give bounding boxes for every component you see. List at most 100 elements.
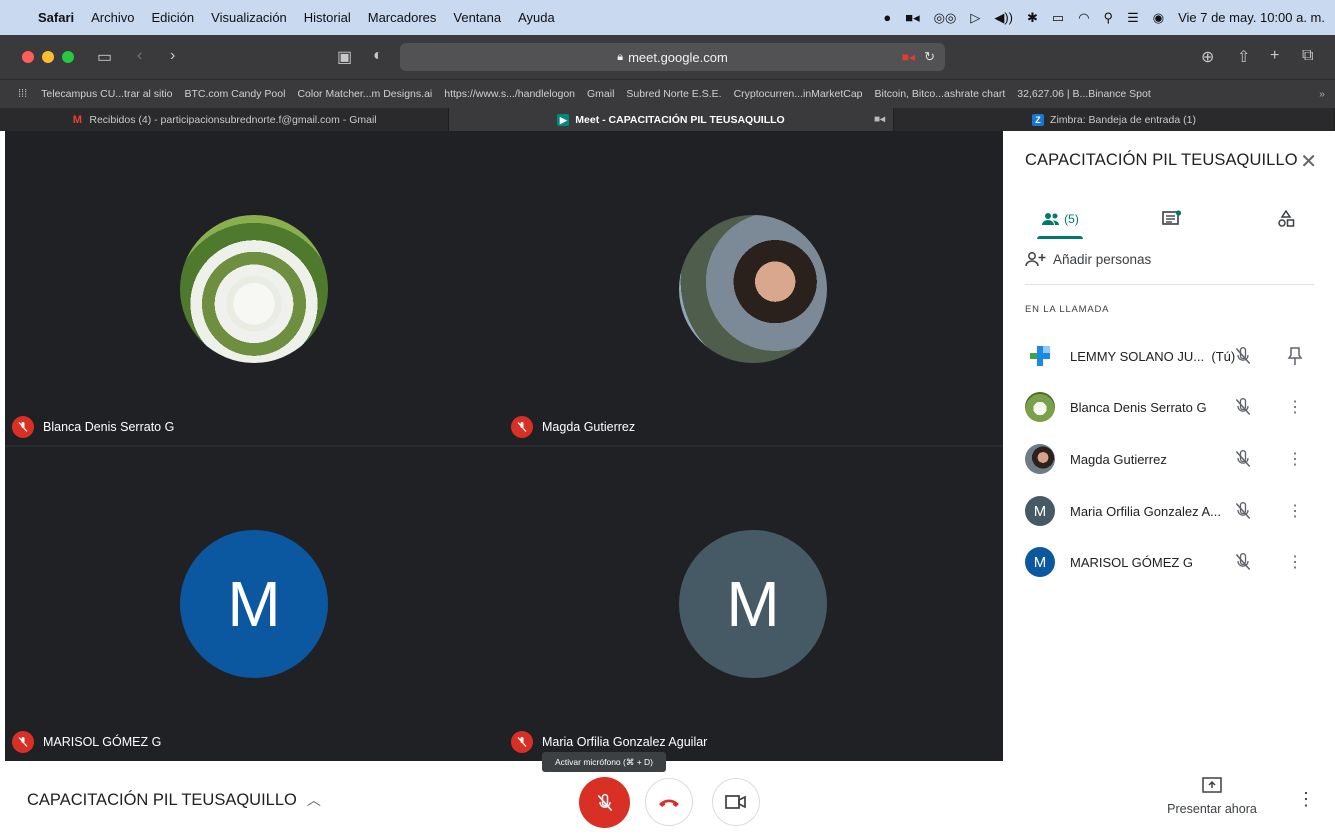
forward-icon[interactable]: › <box>170 47 175 65</box>
leave-call-button[interactable] <box>645 778 693 826</box>
downloads-icon[interactable]: ⊕ <box>1201 47 1214 67</box>
avatar-initial: M <box>726 568 780 640</box>
siri-icon[interactable]: ◉ <box>1153 10 1164 26</box>
record-icon[interactable]: ● <box>883 10 891 25</box>
more-bookmarks-icon[interactable]: » <box>1319 88 1325 100</box>
wifi-icon[interactable]: ◠ <box>1078 10 1089 26</box>
back-icon[interactable]: ‹ <box>137 47 142 65</box>
minimize-window-button[interactable] <box>42 51 54 63</box>
close-window-button[interactable] <box>22 51 34 63</box>
tab-people[interactable]: (5) <box>1037 199 1083 239</box>
camera-in-use-icon[interactable]: ■◂ <box>902 50 915 64</box>
menu-clock[interactable]: Vie 7 de may. 10:00 a. m. <box>1178 10 1325 25</box>
bookmark[interactable]: Bitcoin, Bitco...ashrate chart <box>875 88 1006 100</box>
zoom-window-button[interactable] <box>62 51 74 63</box>
close-panel-icon[interactable]: ✕ <box>1300 149 1317 174</box>
address-bar[interactable]: 🔒︎ meet.google.com ■◂ ↻ <box>400 43 945 71</box>
more-options-icon[interactable]: ⋮ <box>1287 449 1303 469</box>
bookmark[interactable]: 32,627.06 | B...Binance Spot <box>1017 88 1151 100</box>
more-options-icon[interactable]: ⋮ <box>1287 397 1303 417</box>
bluetooth-icon[interactable]: ✱ <box>1027 10 1038 26</box>
toggle-camera-button[interactable] <box>712 778 760 826</box>
add-people-button[interactable]: Añadir personas <box>1025 251 1151 267</box>
menu-historial[interactable]: Historial <box>304 10 351 25</box>
participant-row[interactable]: Magda Gutierrez ⋮ <box>1025 441 1317 477</box>
participant-name: Maria Orfilia Gonzalez A... <box>1070 503 1221 519</box>
tab-camera-icon[interactable]: ■◂ <box>874 114 885 125</box>
participant-row[interactable]: LEMMY SOLANO JU... (Tú) <box>1025 338 1317 374</box>
video-tile[interactable]: M Maria Orfilia Gonzalez Aguilar <box>504 446 1003 761</box>
menu-edicion[interactable]: Edición <box>152 10 195 25</box>
bookmark[interactable]: Color Matcher...m Designs.ai <box>297 88 432 100</box>
bookmark[interactable]: Gmail <box>587 88 614 100</box>
panel-title: CAPACITACIÓN PIL TEUSAQUILLO <box>1025 151 1298 169</box>
tab-gmail[interactable]: M Recibidos (4) - participacionsubrednor… <box>0 108 449 131</box>
spotlight-search-icon[interactable]: ⚲ <box>1104 10 1114 26</box>
present-screen-icon <box>1202 777 1222 793</box>
participant-row[interactable]: M MARISOL GÓMEZ G ⋮ <box>1025 544 1317 580</box>
tab-chat[interactable] <box>1157 199 1187 239</box>
new-tab-icon[interactable]: + <box>1270 47 1279 65</box>
bookmark[interactable]: Subred Norte E.S.E. <box>626 88 721 100</box>
reload-icon[interactable]: ↻ <box>924 49 935 65</box>
participant-name: MARISOL GÓMEZ G <box>1070 554 1194 570</box>
favorites-grid-icon[interactable]: ⁞⁞⁞ <box>18 88 27 100</box>
more-options-icon[interactable]: ⋮ <box>1287 552 1303 572</box>
video-tile[interactable]: Magda Gutierrez <box>504 131 1003 446</box>
sidebar-icon[interactable]: ▭ <box>97 47 112 67</box>
menu-marcadores[interactable]: Marcadores <box>368 10 437 25</box>
privacy-shield-icon[interactable]: ◐ <box>373 47 383 65</box>
participant-row[interactable]: Blanca Denis Serrato G ⋮ <box>1025 389 1317 425</box>
status-menus: ● ■◂ ◎◎ ▷ ◀)) ✱ ▭ ◠ ⚲ ☰ ◉ Vie 7 de may. … <box>883 0 1325 35</box>
bookmark[interactable]: Telecampus CU...trar al sitio <box>41 88 172 100</box>
extension-icon[interactable]: ▣ <box>337 47 352 67</box>
tab-bar: M Recibidos (4) - participacionsubrednor… <box>0 108 1335 131</box>
participant-nametag: Blanca Denis Serrato G <box>12 416 174 438</box>
toggle-mic-button[interactable] <box>579 777 630 828</box>
tab-overview-icon[interactable]: ⧉ <box>1302 47 1313 65</box>
glasses-icon[interactable]: ◎◎ <box>934 10 957 26</box>
battery-icon[interactable]: ▭ <box>1052 10 1064 26</box>
avatar-initial: M <box>1033 553 1047 571</box>
share-icon[interactable]: ⇧ <box>1237 47 1250 67</box>
present-now-button[interactable]: Presentar ahora <box>1160 777 1264 816</box>
volume-icon[interactable]: ◀)) <box>994 10 1013 26</box>
gmail-icon: M <box>72 113 82 126</box>
bookmarks-bar: ⁞⁞⁞ Telecampus CU...trar al sitio BTC.co… <box>0 79 1335 108</box>
menu-archivo[interactable]: Archivo <box>91 10 134 25</box>
more-options-icon[interactable]: ⋮ <box>1287 501 1303 521</box>
bookmark[interactable]: BTC.com Candy Pool <box>184 88 285 100</box>
meeting-details-button[interactable]: CAPACITACIÓN PIL TEUSAQUILLO ︿ <box>27 790 321 810</box>
participant-photo <box>180 215 328 363</box>
menu-ventana[interactable]: Ventana <box>453 10 501 25</box>
video-tile[interactable]: Blanca Denis Serrato G <box>5 131 504 446</box>
tab-zimbra[interactable]: Z Zimbra: Bandeja de entrada (1) <box>894 108 1335 131</box>
camera-status-icon[interactable]: ■◂ <box>905 10 919 26</box>
video-grid: Blanca Denis Serrato G Magda Gutierrez M… <box>5 131 1003 761</box>
participant-name: LEMMY SOLANO JU... (Tú) <box>1070 348 1236 364</box>
menu-ayuda[interactable]: Ayuda <box>518 10 555 25</box>
video-tile[interactable]: M MARISOL GÓMEZ G <box>5 446 504 761</box>
meet-icon: ▶ <box>557 113 570 126</box>
menu-visualizacion[interactable]: Visualización <box>211 10 287 25</box>
mic-off-icon <box>511 731 533 753</box>
play-icon[interactable]: ▷ <box>970 10 980 26</box>
tab-meet[interactable]: ▶ Meet - CAPACITACIÓN PIL TEUSAQUILLO ■◂ <box>449 108 894 131</box>
menu-app-safari[interactable]: Safari <box>38 10 74 25</box>
participant-photo <box>679 215 827 363</box>
add-person-icon <box>1025 252 1046 267</box>
participant-row[interactable]: M Maria Orfilia Gonzalez A... ⋮ <box>1025 493 1317 529</box>
control-center-icon[interactable]: ☰ <box>1127 10 1139 26</box>
tab-activities[interactable] <box>1271 199 1301 239</box>
mic-off-icon <box>1235 450 1251 467</box>
bookmark[interactable]: https://www.s.../handlelogon <box>444 88 575 100</box>
participant-avatar <box>1025 392 1055 422</box>
avatar-initial: M <box>1033 502 1047 520</box>
pin-icon[interactable] <box>1287 346 1303 366</box>
lock-icon: 🔒︎ <box>617 50 624 63</box>
more-options-icon[interactable]: ⋮ <box>1297 789 1315 810</box>
activities-shapes-icon <box>1278 210 1295 227</box>
in-call-heading: EN LA LLAMADA <box>1025 304 1110 315</box>
safari-toolbar: ▭ ‹ › ▣ ◐ 🔒︎ meet.google.com ■◂ ↻ ⊕ ⇧ + … <box>0 35 1335 79</box>
bookmark[interactable]: Cryptocurren...inMarketCap <box>734 88 863 100</box>
